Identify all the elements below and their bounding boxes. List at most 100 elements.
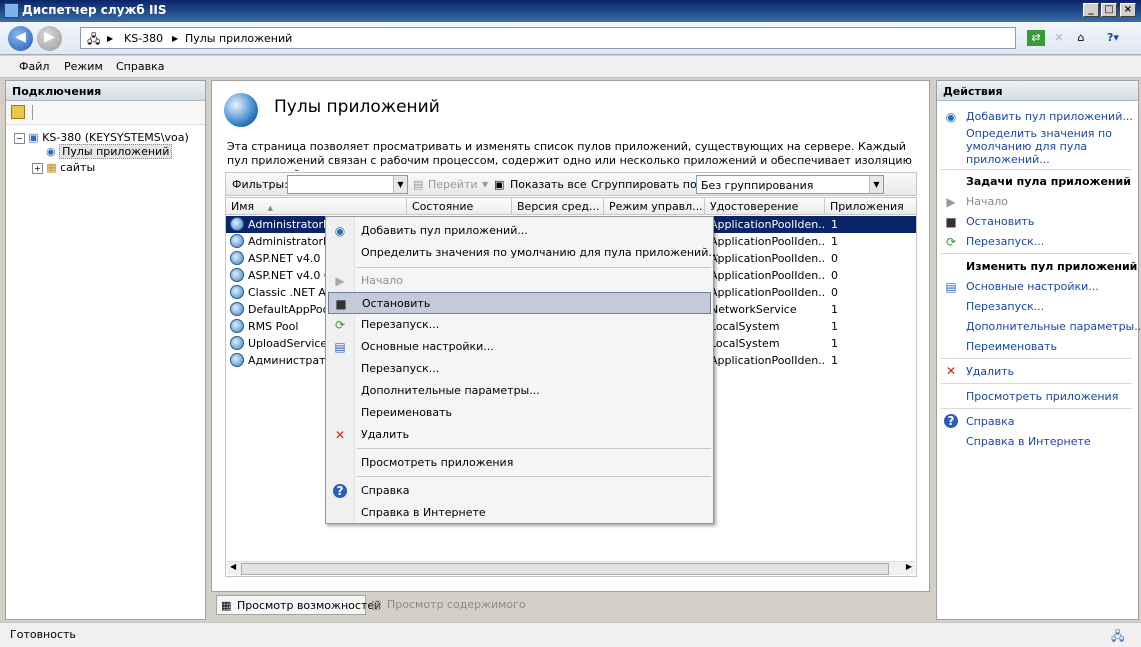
pool-identity: ApplicationPoolIden...	[710, 286, 824, 299]
filter-input[interactable]: ▼	[287, 175, 408, 194]
menu-file[interactable]: Файл	[19, 60, 49, 73]
pool-identity: LocalSystem	[710, 320, 780, 333]
action-add-pool[interactable]: Добавить пул приложений...	[966, 110, 1133, 123]
menu-item-recycle[interactable]: Перезапуск...	[328, 358, 711, 380]
delete-icon: ✕	[334, 428, 346, 442]
menu-item-help-online[interactable]: Справка в Интернете	[328, 502, 711, 524]
menu-item-advanced-settings[interactable]: Дополнительные параметры...	[328, 380, 711, 402]
restart-icon: ⟳	[334, 318, 346, 332]
scroll-thumb[interactable]	[241, 563, 889, 575]
action-set-defaults-line2[interactable]: умолчанию для пула	[966, 140, 1087, 153]
tab-label: Просмотр возможностей	[237, 599, 382, 612]
menu-item-delete[interactable]: ✕ Удалить	[328, 424, 711, 446]
add-connection-icon[interactable]	[11, 105, 25, 119]
action-view-apps[interactable]: Просмотреть приложения	[966, 390, 1118, 403]
menu-view[interactable]: Режим	[64, 60, 103, 73]
tree-pools-node[interactable]: ◉ Пулы приложений	[46, 144, 173, 159]
go-icon: ▤	[413, 178, 424, 191]
column-header-status[interactable]: Состояние	[407, 198, 512, 215]
action-recycle[interactable]: Перезапуск...	[966, 300, 1044, 313]
menu-item-stop[interactable]: ■ Остановить	[328, 292, 711, 314]
breadcrumb-server[interactable]: KS-380	[124, 32, 163, 45]
group-by-select[interactable]: Без группирования ▼	[696, 175, 884, 194]
action-basic-settings[interactable]: Основные настройки...	[966, 280, 1099, 293]
divider	[941, 169, 1132, 170]
home-icon[interactable]: ⌂	[1072, 30, 1090, 46]
menu-separator	[357, 476, 711, 477]
close-button[interactable]: ×	[1120, 3, 1136, 17]
column-header-pipeline[interactable]: Режим управл...	[604, 198, 705, 215]
breadcrumb-pools[interactable]: Пулы приложений	[185, 32, 292, 45]
pool-apps-count: 0	[831, 286, 838, 299]
action-restart[interactable]: Перезапуск...	[966, 235, 1044, 248]
network-status-icon: 🖧	[1111, 629, 1125, 643]
menu-item-rename[interactable]: Переименовать	[328, 402, 711, 424]
menu-item-add-pool[interactable]: ◉ Добавить пул приложений...	[328, 220, 711, 242]
maximize-button[interactable]: □	[1101, 3, 1117, 17]
action-help[interactable]: Справка	[966, 415, 1014, 428]
add-pool-icon: ◉	[334, 224, 346, 238]
column-header-runtime[interactable]: Версия сред...	[512, 198, 604, 215]
dropdown-arrow-icon[interactable]: ▼	[869, 176, 883, 193]
menu-item-view-apps[interactable]: Просмотреть приложения	[328, 452, 711, 474]
divider	[941, 383, 1132, 384]
tree-server-node[interactable]: − ▣ KS-380 (KEYSYSTEMS\voa)	[14, 131, 189, 144]
address-field[interactable]: 🖧 ▶ KS-380 ▶ Пулы приложений	[80, 27, 1016, 49]
group-by-label: Сгруппировать по:	[591, 178, 701, 191]
action-set-defaults-line1[interactable]: Определить значения по	[966, 127, 1112, 140]
menu-item-basic-settings[interactable]: ▤ Основные настройки...	[328, 336, 711, 358]
breadcrumb-arrow-icon: ▶	[172, 34, 179, 43]
column-header-apps[interactable]: Приложения	[825, 198, 916, 215]
scroll-right-icon[interactable]: ▶	[906, 562, 912, 571]
actions-header: Действия	[937, 81, 1138, 101]
actions-pane: Действия ◉ Добавить пул приложений... Оп…	[936, 80, 1141, 620]
tab-content-view[interactable]: ▤ Просмотр содержимого	[367, 595, 526, 615]
tab-features-view[interactable]: ▦ Просмотр возможностей	[216, 595, 381, 615]
minimize-button[interactable]: _	[1083, 3, 1099, 17]
collapse-icon[interactable]: −	[14, 133, 25, 144]
tab-label: Просмотр содержимого	[387, 598, 526, 611]
action-advanced-settings[interactable]: Дополнительные параметры...	[966, 320, 1141, 333]
show-all-button[interactable]: Показать все	[510, 178, 587, 191]
filter-label: Фильтры:	[232, 178, 288, 191]
context-menu: ◉ Добавить пул приложений... Определить …	[325, 216, 719, 524]
back-button[interactable]: ◀	[8, 26, 33, 51]
forward-button[interactable]: ▶	[37, 26, 62, 51]
menu-item-set-defaults[interactable]: Определить значения по умолчанию для пул…	[328, 242, 719, 264]
title-bar: Диспетчер служб IIS _ □ ×	[0, 0, 1141, 22]
pool-identity: NetworkService	[710, 303, 797, 316]
menu-item-label: Справка	[361, 484, 410, 497]
action-set-defaults-line3[interactable]: приложений...	[966, 153, 1050, 166]
column-header-name[interactable]: Имя ▲	[226, 198, 407, 215]
start-icon: ▶	[335, 274, 345, 288]
menu-item-help[interactable]: ? Справка	[328, 480, 711, 502]
divider	[941, 253, 1132, 254]
breadcrumb-arrow-icon: ▶	[107, 34, 114, 43]
action-help-online[interactable]: Справка в Интернете	[966, 435, 1091, 448]
menu-item-restart[interactable]: ⟳ Перезапуск...	[328, 314, 711, 336]
action-stop[interactable]: Остановить	[966, 215, 1034, 228]
help-icon[interactable]: ?▾	[1100, 30, 1126, 46]
horizontal-scrollbar[interactable]: ◀ ▶	[227, 561, 915, 575]
menu-item-label: Перезапуск...	[361, 318, 440, 331]
stop-icon: ■	[945, 215, 957, 229]
group-by-value: Без группирования	[701, 179, 814, 192]
pool-apps-count: 1	[831, 320, 838, 333]
dropdown-arrow-icon[interactable]: ▼	[393, 176, 407, 193]
app-pools-feature-icon	[224, 93, 258, 127]
scroll-left-icon[interactable]: ◀	[230, 562, 236, 571]
pool-apps-count: 1	[831, 303, 838, 316]
edit-section-header: Изменить пул приложений	[966, 260, 1138, 273]
menu-help[interactable]: Справка	[116, 60, 164, 73]
action-rename[interactable]: Переименовать	[966, 340, 1057, 353]
pool-identity: ApplicationPoolIden...	[710, 218, 824, 231]
tree-sites-node[interactable]: + ▦ сайты	[32, 161, 95, 174]
expand-icon[interactable]: +	[32, 163, 43, 174]
divider	[941, 408, 1132, 409]
pool-identity: ApplicationPoolIden...	[710, 354, 824, 367]
action-delete[interactable]: Удалить	[966, 365, 1014, 378]
pool-apps-count: 1	[831, 337, 838, 350]
filter-bar: Фильтры: ▼ ▤ Перейти ▼ ▣ Показать все Сг…	[225, 172, 917, 196]
connect-icon[interactable]: ⇄	[1027, 30, 1045, 46]
column-header-identity[interactable]: Удостоверение	[705, 198, 825, 215]
